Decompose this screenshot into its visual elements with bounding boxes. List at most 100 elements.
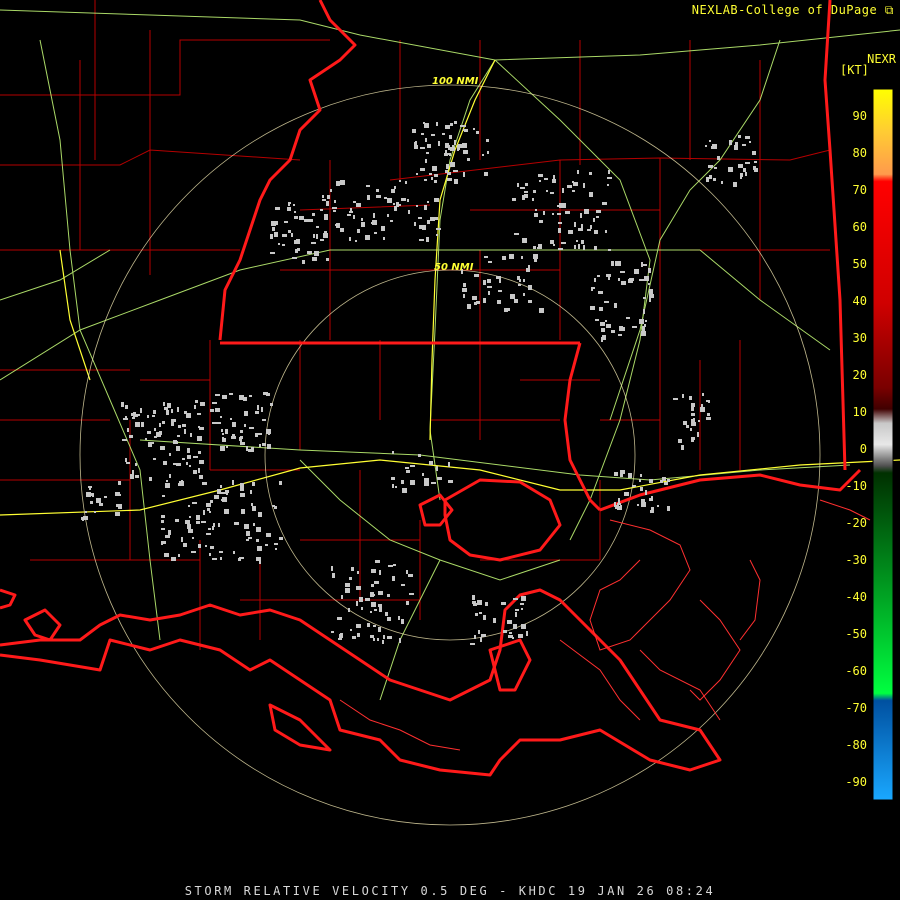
echo-pixel <box>649 289 653 294</box>
echo-pixel <box>141 422 144 427</box>
echo-pixel <box>187 455 191 459</box>
echo-pixel <box>99 503 103 506</box>
echo-pixel <box>270 403 273 406</box>
echo-pixel <box>164 553 169 557</box>
echo-pixel <box>427 201 429 203</box>
echo-pixel <box>209 511 211 513</box>
echo-pixel <box>189 465 191 467</box>
echo-pixel <box>581 240 584 244</box>
echo-pixel <box>698 420 700 422</box>
echo-pixel <box>607 177 612 179</box>
echo-pixel <box>210 409 214 412</box>
echo-pixel <box>177 435 180 437</box>
echo-pixel <box>169 453 171 456</box>
echo-pixel <box>182 458 185 460</box>
echo-pixel <box>539 308 544 313</box>
echo-pixel <box>645 490 647 495</box>
echo-pixel <box>350 208 352 211</box>
echo-pixel <box>181 537 183 542</box>
echo-pixel <box>457 146 459 151</box>
echo-pixel <box>287 207 291 211</box>
echo-pixel <box>601 328 605 332</box>
echo-pixel <box>132 470 134 474</box>
echo-pixel <box>454 121 457 124</box>
echo-pixel <box>599 308 601 310</box>
echo-pixel <box>497 300 501 304</box>
echo-pixel <box>521 608 523 610</box>
echo-pixel <box>539 180 541 182</box>
legend-tick-label: 20 <box>853 368 867 382</box>
credit-text[interactable]: NEXLAB-College of DuPage ⧉ <box>692 3 894 18</box>
echo-pixel <box>387 198 392 203</box>
echo-pixel <box>401 584 405 586</box>
echo-pixel <box>374 232 377 234</box>
echo-pixel <box>85 511 87 513</box>
echo-pixel <box>583 183 585 188</box>
echo-pixel <box>618 498 620 503</box>
echo-pixel <box>153 458 156 460</box>
echo-pixel <box>222 395 227 399</box>
echo-pixel <box>528 285 532 290</box>
echo-pixel <box>526 268 530 272</box>
echo-pixel <box>423 122 425 124</box>
echo-pixel <box>565 211 570 214</box>
echo-pixel <box>161 528 165 530</box>
echo-pixel <box>478 630 480 634</box>
echo-pixel <box>314 251 319 256</box>
echo-pixel <box>546 190 548 192</box>
echo-pixel <box>183 543 187 547</box>
echo-pixel <box>291 233 293 237</box>
echo-pixel <box>361 607 363 610</box>
echo-pixel <box>539 220 543 223</box>
legend-tick-label: -70 <box>845 701 867 715</box>
echo-pixel <box>197 413 201 415</box>
echo-pixel <box>637 504 639 506</box>
echo-pixel <box>399 638 401 643</box>
echo-pixel <box>421 133 424 135</box>
echo-pixel <box>126 462 130 464</box>
echo-pixel <box>206 533 211 535</box>
echo-pixel <box>667 479 670 482</box>
echo-pixel <box>383 237 385 240</box>
echo-pixel <box>558 248 563 250</box>
echo-pixel <box>410 465 415 467</box>
echo-pixel <box>299 216 304 220</box>
echo-pixel <box>168 530 171 535</box>
credit-label[interactable]: NEXLAB-College of DuPage <box>692 3 877 17</box>
echo-pixel <box>334 200 336 203</box>
echo-pixel <box>574 245 576 249</box>
echo-pixel <box>401 480 404 484</box>
echo-pixel <box>512 198 516 201</box>
echo-pixel <box>463 294 465 298</box>
echo-pixel <box>740 176 742 179</box>
echo-pixel <box>332 207 337 209</box>
echo-pixel <box>558 222 562 224</box>
range-ring-label-50: 50 NMI <box>434 262 474 273</box>
echo-pixel <box>357 633 360 637</box>
echo-pixel <box>347 214 351 216</box>
echo-pixel <box>463 150 468 154</box>
echo-pixel <box>743 168 746 172</box>
echo-pixel <box>445 143 449 148</box>
echo-pixel <box>424 483 429 486</box>
echo-pixel <box>196 521 200 524</box>
echo-pixel <box>462 143 467 148</box>
external-link-icon[interactable]: ⧉ <box>885 3 894 17</box>
echo-pixel <box>359 597 363 602</box>
echo-pixel <box>268 432 270 435</box>
echo-pixel <box>393 203 395 205</box>
echo-pixel <box>607 184 609 186</box>
echo-pixel <box>186 413 191 418</box>
echo-pixel <box>378 604 382 607</box>
echo-pixel <box>327 195 330 199</box>
echo-pixel <box>681 445 684 450</box>
echo-pixel <box>745 172 747 176</box>
echo-pixel <box>487 279 491 283</box>
echo-pixel <box>193 456 198 458</box>
echo-pixel <box>258 512 262 517</box>
echo-pixel <box>378 627 381 632</box>
echo-pixel <box>399 180 401 182</box>
radar-map: 100 NMI 50 NMI 9080706050403020100-10-20… <box>0 0 900 900</box>
echo-pixel <box>691 407 694 411</box>
echo-pixel <box>167 403 171 408</box>
